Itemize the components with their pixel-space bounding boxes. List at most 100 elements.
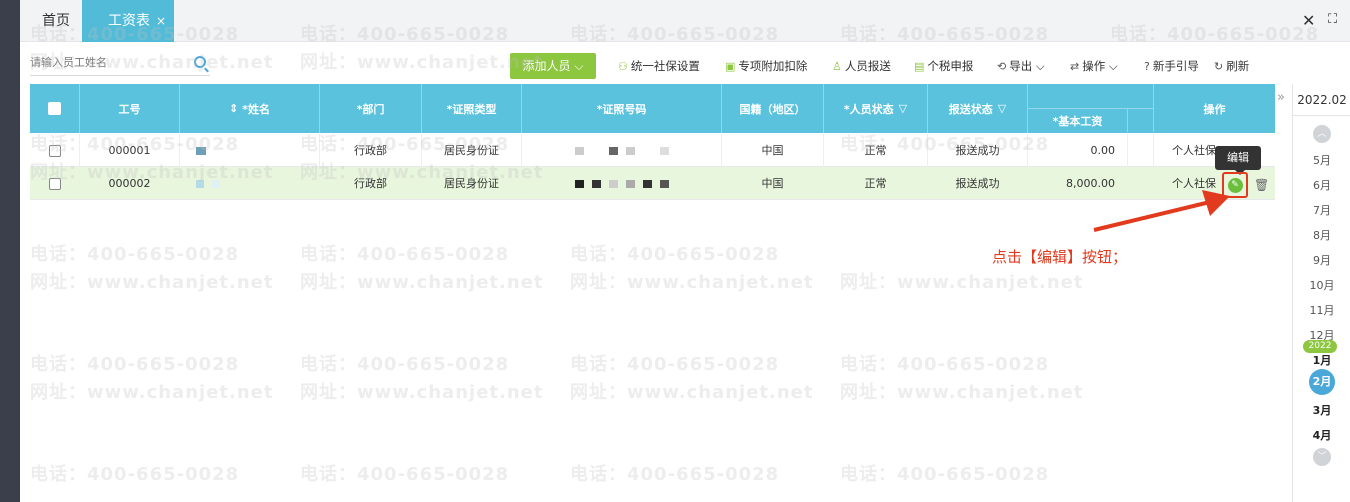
- guide-label: 新手引导: [1152, 59, 1199, 73]
- row-checkbox[interactable]: [48, 178, 61, 190]
- header-status-label: *人员状态: [843, 102, 894, 116]
- header-status[interactable]: *人员状态 ▽: [824, 84, 928, 133]
- operation-icon: ⇄: [1070, 60, 1080, 73]
- table-row[interactable]: 000002 行政部 居民身份证 中国 正常 报送成功 8,000.00 个人社…: [30, 167, 1275, 200]
- tax-declare-button[interactable]: ▤ 个税申报: [914, 58, 973, 76]
- redaction-block: [196, 180, 204, 188]
- header-base-salary: *基本工资: [1028, 108, 1128, 132]
- month-item[interactable]: 7月: [1293, 202, 1350, 218]
- current-period[interactable]: 2022.02: [1293, 84, 1350, 116]
- select-all-checkbox[interactable]: [48, 102, 61, 115]
- watermark-phone: 电话：400-665-0028: [30, 464, 240, 485]
- cell-emp-no: 000002: [80, 167, 180, 200]
- export-label: 导出: [1009, 59, 1033, 73]
- tax-declare-label: 个税申报: [927, 59, 974, 73]
- add-person-button[interactable]: 添加人员 ⌵: [510, 53, 596, 79]
- watermark-site: 网址：www.chanjet.net: [300, 382, 544, 403]
- redaction-block: [642, 180, 652, 188]
- month-item[interactable]: 11月: [1293, 302, 1350, 318]
- cell-base-salary[interactable]: 0.00: [1028, 134, 1128, 167]
- scroll-up-icon[interactable]: ︿: [1313, 125, 1331, 143]
- header-report-status[interactable]: 报送状态 ▽: [928, 84, 1028, 133]
- delete-icon[interactable]: 🗑: [1254, 178, 1269, 192]
- month-item[interactable]: 5月: [1293, 152, 1350, 168]
- redaction-block: [659, 180, 669, 188]
- watermark-site: 网址：www.chanjet.net: [840, 382, 1084, 403]
- header-id-no: *证照号码: [522, 84, 722, 133]
- tab-close-icon[interactable]: ×: [156, 14, 166, 28]
- header-emp-no[interactable]: 工号: [80, 84, 180, 133]
- expand-panel-icon[interactable]: »: [1277, 90, 1285, 105]
- watermark-phone: 电话：400-665-0028: [30, 354, 240, 375]
- watermark-phone: 电话：400-665-0028: [570, 464, 780, 485]
- operation-button[interactable]: ⇄ 操作 ⌵: [1070, 58, 1118, 76]
- tab-home[interactable]: 首页: [28, 0, 84, 42]
- header-id-type: *证照类型: [422, 84, 522, 133]
- redaction-block: [574, 147, 584, 155]
- chevron-down-icon: ⌵: [1035, 59, 1045, 73]
- person-report-button[interactable]: ♙ 人员报送: [832, 58, 891, 76]
- cell-spacer: [1128, 134, 1154, 167]
- period-selector: » 2022.02 ︿ 5月 6月 7月 8月 9月 10月 11月 12月 2…: [1277, 84, 1350, 502]
- close-icon[interactable]: ✕: [1302, 11, 1315, 30]
- watermark-phone: 电话：400-665-0028: [570, 244, 780, 265]
- table-row[interactable]: 000001 行政部 居民身份证 中国 正常 报送成功 0.00 个人社保: [30, 134, 1275, 167]
- instruction-annotation: 点击【编辑】按钮；: [992, 248, 1128, 266]
- special-deduction-button[interactable]: ▣ 专项附加扣除: [725, 58, 807, 76]
- redaction-block: [642, 147, 652, 155]
- header-report-status-label: 报送状态: [948, 102, 993, 116]
- deduction-icon: ▣: [725, 60, 736, 73]
- search-icon[interactable]: [194, 56, 206, 68]
- redaction-block: [659, 147, 669, 155]
- month-item[interactable]: 3月: [1293, 402, 1350, 418]
- help-icon: ?: [1144, 60, 1150, 73]
- tax-icon: ▤: [914, 60, 925, 73]
- header-name-label: *姓名: [242, 102, 270, 116]
- watermark-phone: 电话：400-665-0028: [840, 464, 1050, 485]
- header-nationality: 国籍（地区）: [722, 84, 824, 133]
- month-item[interactable]: 1月: [1293, 352, 1350, 368]
- cell-status: 正常: [824, 134, 928, 167]
- refresh-button[interactable]: ↻ 刷新: [1214, 58, 1249, 76]
- cell-dept: 行政部: [320, 134, 422, 167]
- watermark-phone: 电话：400-665-0028: [300, 464, 510, 485]
- cell-name-redacted: [180, 134, 320, 167]
- chevron-down-icon: ⌵: [574, 59, 584, 73]
- month-item[interactable]: 8月: [1293, 227, 1350, 243]
- table-header: 工号 ⇕ *姓名 *部门 *证照类型 *证照号码 国籍（地区） *人员状态 ▽ 报送…: [30, 84, 1275, 133]
- redaction-block: [212, 180, 220, 188]
- month-item-active[interactable]: 2月: [1309, 369, 1335, 395]
- redaction-block: [625, 147, 635, 155]
- row-checkbox-cell: [30, 167, 80, 200]
- filter-icon[interactable]: ▽: [899, 102, 907, 115]
- export-button[interactable]: ⟲ 导出 ⌵: [997, 58, 1045, 76]
- search-input[interactable]: [30, 52, 180, 74]
- filter-icon[interactable]: ▽: [998, 102, 1006, 115]
- export-icon: ⟲: [997, 60, 1007, 73]
- month-item[interactable]: 6月: [1293, 177, 1350, 193]
- watermark-site: 网址：www.chanjet.net: [300, 272, 544, 293]
- refresh-icon: ↻: [1214, 60, 1224, 73]
- tab-payroll[interactable]: 工资表 ×: [82, 0, 174, 42]
- fullscreen-icon[interactable]: ⛶: [1328, 12, 1337, 27]
- scroll-down-icon[interactable]: ﹀: [1313, 448, 1331, 466]
- row-checkbox[interactable]: [48, 145, 61, 157]
- cell-status: 正常: [824, 167, 928, 200]
- watermark-site: 网址：www.chanjet.net: [30, 382, 274, 403]
- redaction-block: [625, 180, 635, 188]
- person-report-label: 人员报送: [844, 59, 891, 73]
- month-item[interactable]: 9月: [1293, 252, 1350, 268]
- guide-button[interactable]: ? 新手引导: [1144, 58, 1199, 76]
- chevron-down-icon: ⌵: [1108, 59, 1118, 73]
- redaction-block: [608, 180, 618, 188]
- unified-social-button[interactable]: ⚇ 统一社保设置: [618, 58, 700, 76]
- window-controls: ✕ ⛶: [1298, 0, 1350, 42]
- month-item[interactable]: 10月: [1293, 277, 1350, 293]
- cell-id-no-redacted: [522, 134, 722, 167]
- watermark-site: 网址：www.chanjet.net: [570, 382, 814, 403]
- cell-nationality: 中国: [722, 167, 824, 200]
- month-item[interactable]: 4月: [1293, 427, 1350, 443]
- header-group-spacer: [1028, 84, 1154, 108]
- header-name[interactable]: ⇕ *姓名: [180, 84, 320, 133]
- cell-dept: 行政部: [320, 167, 422, 200]
